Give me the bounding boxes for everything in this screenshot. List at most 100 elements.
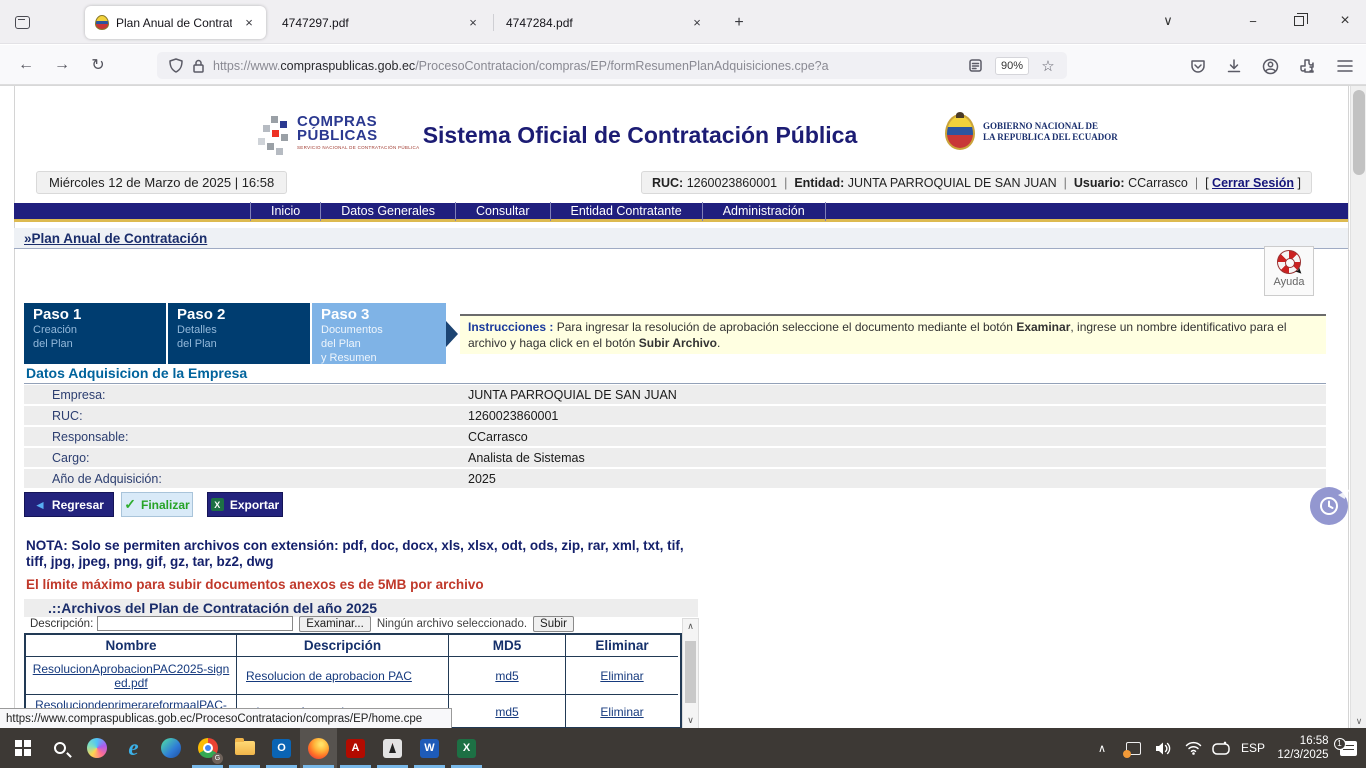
scroll-up-icon[interactable]: ∧ — [683, 621, 698, 632]
outlook-icon: O — [272, 739, 291, 758]
regresar-button[interactable]: ◄ Regresar — [24, 492, 114, 517]
page-scrollbar[interactable]: ∨ — [1350, 86, 1366, 729]
timer-extension-widget[interactable] — [1310, 487, 1348, 525]
list-all-tabs-button[interactable]: ∨ — [1153, 8, 1183, 34]
pocket-icon[interactable] — [1185, 54, 1211, 78]
md5-link[interactable]: md5 — [491, 705, 522, 719]
descripcion-input[interactable] — [97, 616, 293, 631]
bookmark-star-icon[interactable]: ☆ — [1037, 57, 1059, 75]
taskbar-copilot-button[interactable] — [78, 728, 115, 768]
menu-hamburger-icon[interactable] — [1332, 54, 1358, 78]
tray-show-hidden-icons[interactable]: ∧ — [1090, 728, 1114, 768]
meet-now-icon[interactable] — [1208, 728, 1234, 768]
taskbar-search-button[interactable] — [41, 728, 78, 768]
table-cell: md5 — [449, 657, 566, 695]
url-domain: compraspublicas.gob.ec — [280, 59, 415, 73]
downloads-icon[interactable] — [1221, 54, 1247, 78]
tab-plan-anual[interactable]: Plan Anual de Contratación × — [85, 6, 266, 39]
check-icon: ✓ — [124, 496, 136, 513]
window-restore-button[interactable] — [1284, 8, 1314, 34]
taskbar-internet-explorer-button[interactable]: e — [115, 728, 152, 768]
window-close-button[interactable]: × — [1330, 8, 1360, 34]
restore-icon — [1294, 16, 1304, 26]
menu-item-entidad-contratante[interactable]: Entidad Contratante — [551, 202, 703, 221]
url-bar[interactable]: https://www.compraspublicas.gob.ec/Proce… — [157, 52, 1067, 79]
instructions-box: Instrucciones : Para ingresar la resoluc… — [460, 314, 1326, 354]
menu-item-consultar[interactable]: Consultar — [456, 202, 551, 221]
scroll-down-icon[interactable]: ∨ — [683, 715, 698, 726]
help-label: Ayuda — [1265, 276, 1313, 288]
tray-teams-notification-icon[interactable] — [1120, 728, 1146, 768]
tab-close-icon[interactable]: × — [688, 15, 706, 30]
extensions-puzzle-icon[interactable] — [1294, 54, 1320, 78]
limit-warning-text: El límite máximo para subir documentos a… — [26, 577, 484, 592]
data-row-anio: Año de Adquisición: 2025 — [24, 469, 1326, 488]
copilot-icon — [87, 738, 107, 758]
menu-item-inicio[interactable]: Inicio — [250, 202, 321, 221]
shield-icon[interactable] — [165, 58, 187, 73]
tab-title: 4747297.pdf — [282, 16, 456, 30]
menu-item-administracion[interactable]: Administración — [703, 202, 826, 221]
table-scrollbar[interactable]: ∧ ∨ — [682, 618, 699, 729]
tab-close-icon[interactable]: × — [464, 15, 482, 30]
taskbar-java-app-button[interactable] — [374, 728, 411, 768]
finalizar-button[interactable]: ✓ Finalizar — [121, 492, 193, 517]
zoom-level-badge[interactable]: 90% — [995, 57, 1029, 75]
exportar-button[interactable]: X Exportar — [207, 492, 283, 517]
subir-button[interactable]: Subir — [533, 616, 574, 632]
main-menu: Inicio Datos Generales Consultar Entidad… — [14, 203, 1348, 222]
taskbar-firefox-button[interactable] — [300, 728, 337, 768]
tab-pdf-4747297[interactable]: 4747297.pdf × — [272, 6, 490, 39]
reload-button[interactable]: ↻ — [84, 52, 112, 78]
eliminar-link[interactable]: Eliminar — [596, 705, 647, 719]
scrollbar-thumb[interactable] — [685, 641, 696, 703]
notification-icon: 1 — [1340, 741, 1357, 756]
col-header-md5: MD5 — [449, 635, 566, 657]
windows-taskbar: e G O A W X ∧ ESP 16:58 12/3/2025 1 — [0, 728, 1366, 768]
page-scroll-down-icon[interactable]: ∨ — [1351, 716, 1366, 727]
reader-view-icon[interactable] — [965, 59, 987, 72]
back-button[interactable]: ← — [12, 52, 40, 78]
browser-titlebar: Plan Anual de Contratación × 4747297.pdf… — [0, 0, 1366, 44]
file-name-link[interactable]: ResolucionAprobacionPAC2025-signed.pdf — [26, 662, 236, 690]
firefox-view-button[interactable] — [10, 10, 34, 34]
table-cell: Eliminar — [566, 657, 678, 695]
government-logo: GOBIERNO NACIONAL DE LA REPUBLICA DEL EC… — [945, 114, 1118, 150]
usuario-value: CCarrasco — [1128, 176, 1188, 190]
help-button[interactable]: Ayuda — [1264, 246, 1314, 296]
lock-icon[interactable] — [187, 59, 209, 73]
ruc-value: 1260023860001 — [687, 176, 777, 190]
md5-link[interactable]: md5 — [491, 669, 522, 683]
tray-clock[interactable]: 16:58 12/3/2025 — [1274, 728, 1332, 768]
table-cell: Resolucion de aprobacion PAC — [237, 657, 449, 695]
taskbar-outlook-button[interactable]: O — [263, 728, 300, 768]
table-cell: Eliminar — [566, 695, 678, 729]
taskbar-acrobat-button[interactable]: A — [337, 728, 374, 768]
examinar-button[interactable]: Examinar... — [299, 616, 371, 632]
data-row-responsable: Responsable: CCarrasco — [24, 427, 1326, 446]
taskbar-excel-button[interactable]: X — [448, 728, 485, 768]
taskbar-chrome-button[interactable]: G — [189, 728, 226, 768]
language-indicator[interactable]: ESP — [1236, 728, 1270, 768]
eliminar-link[interactable]: Eliminar — [596, 669, 647, 683]
cerrar-sesion-link[interactable]: Cerrar Sesión — [1212, 176, 1294, 190]
data-row-ruc: RUC: 1260023860001 — [24, 406, 1326, 425]
menu-item-datos-generales[interactable]: Datos Generales — [321, 202, 456, 221]
page-scrollbar-thumb[interactable] — [1353, 90, 1365, 175]
breadcrumb: »Plan Anual de Contratación — [14, 228, 1348, 249]
tab-close-icon[interactable]: × — [240, 15, 258, 30]
wifi-icon[interactable] — [1180, 728, 1206, 768]
file-description-link[interactable]: Resolucion de aprobacion PAC — [242, 669, 416, 683]
taskbar-file-explorer-button[interactable] — [226, 728, 263, 768]
taskbar-edge-button[interactable] — [152, 728, 189, 768]
taskbar-word-button[interactable]: W — [411, 728, 448, 768]
start-button[interactable] — [4, 728, 41, 768]
volume-icon[interactable] — [1150, 728, 1176, 768]
new-tab-button[interactable]: + — [727, 11, 751, 35]
action-center-button[interactable]: 1 — [1334, 728, 1362, 768]
forward-button[interactable]: → — [48, 52, 76, 78]
account-icon[interactable] — [1257, 54, 1283, 78]
usuario-label: Usuario: — [1074, 176, 1125, 190]
tab-pdf-4747284[interactable]: 4747284.pdf × — [496, 6, 714, 39]
window-minimize-button[interactable]: − — [1238, 8, 1268, 34]
